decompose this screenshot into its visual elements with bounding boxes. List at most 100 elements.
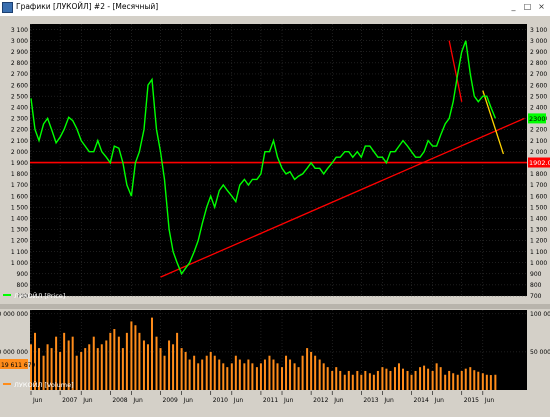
x-tick-label: 2010 bbox=[213, 397, 228, 404]
volume-bar bbox=[281, 367, 284, 390]
x-tick-label: Jun bbox=[82, 397, 93, 404]
price-legend-swatch bbox=[3, 294, 11, 296]
price-y-tick-left: 1 800 bbox=[11, 171, 28, 178]
x-tick-label: Jun bbox=[434, 397, 445, 404]
volume-bar bbox=[310, 351, 313, 390]
volume-bar bbox=[193, 355, 196, 390]
price-y-tick-right: 3 100 bbox=[530, 27, 547, 34]
x-tick-label: Jun bbox=[484, 397, 495, 404]
volume-bar bbox=[272, 359, 275, 390]
volume-bar bbox=[268, 355, 271, 390]
window-icon bbox=[2, 2, 13, 13]
volume-bar bbox=[142, 340, 145, 390]
chart-window: Графики [ЛУКОЙЛ] #2 - [Месячный] _ □ × 3… bbox=[0, 0, 550, 413]
volume-bar bbox=[259, 363, 262, 390]
volume-bar bbox=[368, 373, 371, 390]
close-button[interactable]: × bbox=[536, 2, 547, 13]
restore-button[interactable]: □ bbox=[522, 2, 533, 13]
volume-legend: ЛУКОЙЛ [Volume] bbox=[14, 380, 74, 389]
price-y-tick-left: 1 200 bbox=[11, 238, 28, 245]
volume-bar bbox=[293, 363, 296, 390]
x-tick-label: 2015 bbox=[464, 397, 479, 404]
x-tick-label: Jun bbox=[233, 397, 244, 404]
volume-bar bbox=[285, 355, 288, 390]
title-bar[interactable]: Графики [ЛУКОЙЛ] #2 - [Месячный] _ □ × bbox=[0, 0, 550, 17]
volume-bar bbox=[464, 368, 467, 390]
volume-bar bbox=[435, 363, 438, 390]
volume-bar bbox=[230, 363, 233, 390]
volume-bar bbox=[168, 340, 171, 390]
volume-bar bbox=[376, 370, 379, 390]
price-y-tick-right: 1 100 bbox=[530, 249, 547, 256]
price-y-tick-left: 1 600 bbox=[11, 193, 28, 200]
x-tick-label: Jun bbox=[32, 397, 43, 404]
price-y-tick-right: 1 700 bbox=[530, 182, 547, 189]
volume-bar bbox=[113, 329, 116, 390]
price-y-tick-right: 700 bbox=[530, 293, 542, 300]
price-y-tick-right: 2 500 bbox=[530, 93, 547, 100]
volume-bar bbox=[485, 374, 488, 390]
x-tick-label: 2009 bbox=[163, 397, 178, 404]
volume-bar bbox=[80, 351, 83, 390]
volume-bar bbox=[180, 348, 183, 390]
volume-bar bbox=[134, 325, 137, 390]
price-y-tick-left: 2 600 bbox=[11, 82, 28, 89]
volume-y-tick-left: 100 000 000 bbox=[0, 311, 28, 318]
price-y-tick-right: 1 000 bbox=[530, 260, 547, 267]
volume-bar bbox=[213, 355, 216, 390]
volume-bar bbox=[159, 348, 162, 390]
volume-bar bbox=[255, 367, 258, 390]
volume-bar bbox=[138, 332, 141, 390]
price-y-tick-left: 1 000 bbox=[11, 260, 28, 267]
price-y-tick-right: 2 200 bbox=[530, 127, 547, 134]
volume-bar bbox=[243, 363, 246, 390]
price-y-tick-right: 800 bbox=[530, 282, 542, 289]
x-tick-label: Jun bbox=[333, 397, 344, 404]
volume-bar bbox=[322, 363, 325, 390]
volume-bar bbox=[176, 332, 179, 390]
volume-bar bbox=[473, 370, 476, 390]
price-y-tick-left: 3 100 bbox=[11, 27, 28, 34]
panel-splitter[interactable] bbox=[0, 304, 550, 309]
volume-bar bbox=[209, 351, 212, 390]
volume-bar bbox=[356, 370, 359, 390]
volume-bar bbox=[456, 374, 459, 390]
volume-bar bbox=[222, 363, 225, 390]
volume-bar bbox=[423, 365, 426, 390]
volume-bar bbox=[125, 332, 128, 390]
price-y-tick-right: 2 600 bbox=[530, 82, 547, 89]
price-legend: ЛУКОЙЛ [Price] bbox=[14, 291, 65, 300]
price-y-tick-right: 1 300 bbox=[530, 227, 547, 234]
volume-bar bbox=[150, 317, 153, 390]
last-price-badge-text: 2300 bbox=[529, 115, 546, 123]
volume-bar bbox=[431, 370, 434, 390]
volume-bar bbox=[188, 359, 191, 390]
volume-bar bbox=[448, 370, 451, 390]
volume-bar bbox=[477, 371, 480, 390]
volume-bar bbox=[439, 367, 442, 390]
volume-bar bbox=[397, 363, 400, 390]
volume-bar bbox=[335, 367, 338, 390]
volume-bar bbox=[105, 340, 108, 390]
volume-bar bbox=[92, 336, 95, 390]
price-y-tick-left: 2 400 bbox=[11, 104, 28, 111]
volume-bar bbox=[318, 359, 321, 390]
volume-bar bbox=[251, 363, 254, 390]
minimize-button[interactable]: _ bbox=[508, 2, 519, 13]
volume-bar bbox=[96, 348, 99, 390]
volume-bar bbox=[372, 374, 375, 390]
volume-bar bbox=[184, 351, 187, 390]
price-y-tick-left: 2 200 bbox=[11, 127, 28, 134]
price-y-tick-left: 2 800 bbox=[11, 60, 28, 67]
x-axis[interactable] bbox=[30, 391, 527, 411]
volume-bar bbox=[301, 355, 304, 390]
volume-bar bbox=[163, 355, 166, 390]
volume-legend-swatch bbox=[3, 383, 11, 385]
price-y-tick-left: 2 000 bbox=[11, 149, 28, 156]
volume-bar bbox=[489, 375, 492, 390]
price-y-tick-left: 1 100 bbox=[11, 249, 28, 256]
volume-bar bbox=[100, 344, 103, 390]
volume-bar bbox=[364, 370, 367, 390]
volume-bar bbox=[389, 370, 392, 390]
volume-bar bbox=[172, 344, 175, 390]
